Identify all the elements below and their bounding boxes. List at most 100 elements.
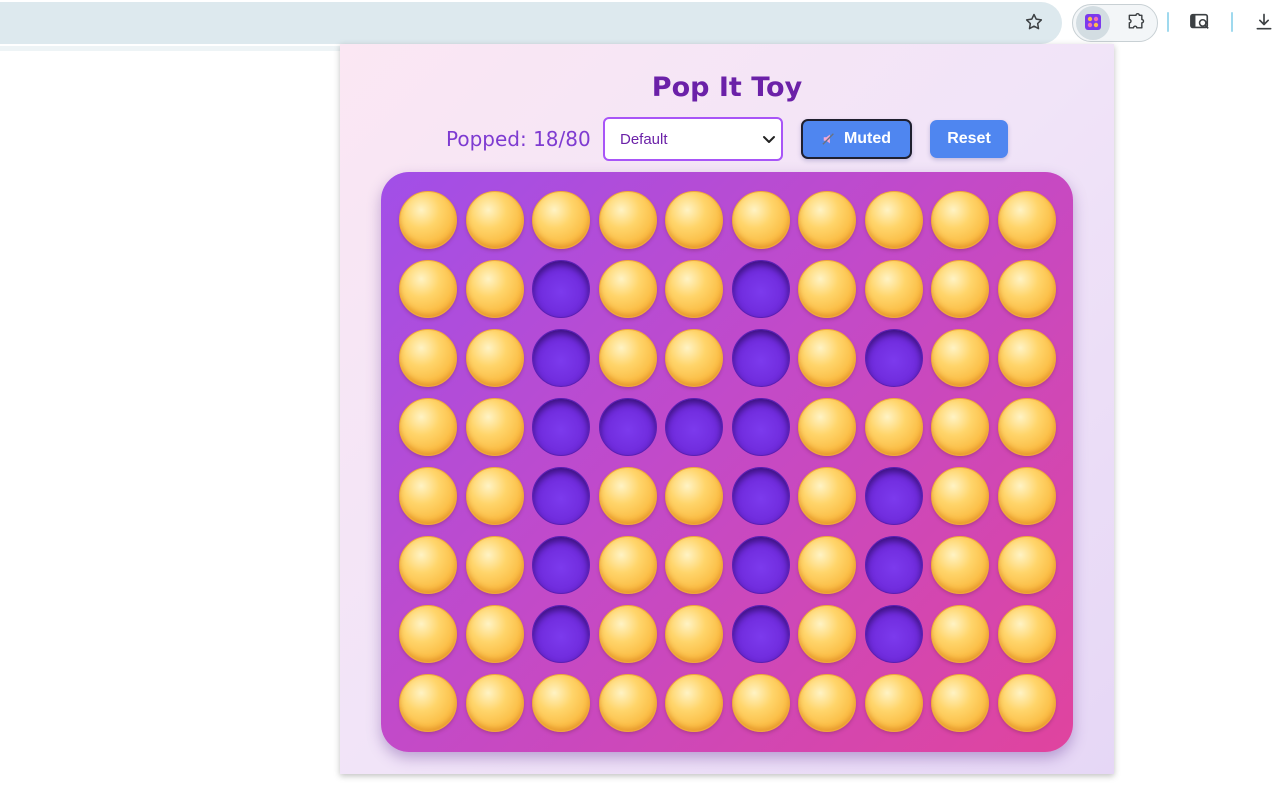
toolbar-separator [1167,12,1169,32]
controls-bar: Popped: 18/80 Default Muted Reset [340,117,1114,161]
bubble-popped[interactable] [731,329,790,387]
toolbar-divider [0,46,340,51]
bubble[interactable] [665,329,723,387]
bubble-popped[interactable] [665,398,723,456]
bubble[interactable] [997,674,1056,732]
bubble[interactable] [465,605,524,663]
bubble[interactable] [997,398,1056,456]
bubble[interactable] [798,260,856,318]
bubble[interactable] [598,674,657,732]
theme-select-value: Default [620,131,668,148]
bubble[interactable] [665,605,723,663]
bubble[interactable] [798,536,856,594]
theme-select[interactable]: Default [603,117,783,161]
bubble[interactable] [665,191,723,249]
extension-popup: Pop It Toy Popped: 18/80 Default Muted R… [340,44,1114,774]
bubble[interactable] [931,674,989,732]
bubble[interactable] [931,260,989,318]
bubble[interactable] [598,329,657,387]
bubble[interactable] [864,398,923,456]
reset-button[interactable]: Reset [930,120,1008,158]
bubble-popped[interactable] [532,329,590,387]
bubble[interactable] [931,536,989,594]
toolbar-separator [1231,12,1233,32]
bubble[interactable] [798,398,856,456]
bubble-popped[interactable] [532,467,590,525]
bubble-popped[interactable] [532,398,590,456]
bubble[interactable] [399,674,457,732]
bubble[interactable] [864,674,923,732]
bubble[interactable] [798,674,856,732]
bubble[interactable] [997,260,1056,318]
bubble-popped[interactable] [731,260,790,318]
bubble[interactable] [532,191,590,249]
bubble[interactable] [399,467,457,525]
bubble[interactable] [598,191,657,249]
bubble[interactable] [598,536,657,594]
bubble[interactable] [399,536,457,594]
star-icon[interactable] [1020,8,1048,36]
bubble[interactable] [931,398,989,456]
bubble-popped[interactable] [864,329,923,387]
puzzle-icon[interactable] [1122,8,1150,36]
bubble[interactable] [665,674,723,732]
bubble-popped[interactable] [731,398,790,456]
bubble[interactable] [399,260,457,318]
bubble[interactable] [798,605,856,663]
bubble[interactable] [864,260,923,318]
bubble[interactable] [465,674,524,732]
bubble-popped[interactable] [532,260,590,318]
bubble[interactable] [532,674,590,732]
bubble[interactable] [997,191,1056,249]
bubble-popped[interactable] [532,605,590,663]
page-title: Pop It Toy [651,72,803,103]
bubble[interactable] [931,191,989,249]
bubble[interactable] [798,329,856,387]
bubble-popped[interactable] [864,536,923,594]
bubble[interactable] [931,329,989,387]
bubble-popped[interactable] [731,605,790,663]
bubble[interactable] [399,329,457,387]
tab-search-icon[interactable] [1186,8,1214,36]
bubble[interactable] [465,536,524,594]
bubble[interactable] [665,260,723,318]
bubble-popped[interactable] [598,398,657,456]
bubble[interactable] [598,260,657,318]
pop-it-board [381,172,1073,752]
bubble[interactable] [399,605,457,663]
bubble[interactable] [399,191,457,249]
download-icon[interactable] [1250,8,1278,36]
bubble[interactable] [997,536,1056,594]
bubble[interactable] [465,260,524,318]
chevron-down-icon [761,131,777,147]
popped-counter: Popped: 18/80 [446,127,591,151]
bubble[interactable] [665,467,723,525]
bubble-popped[interactable] [731,467,790,525]
bubble[interactable] [931,605,989,663]
bubble[interactable] [465,467,524,525]
bubble[interactable] [598,605,657,663]
bubble[interactable] [798,467,856,525]
bubble-popped[interactable] [864,467,923,525]
bubble[interactable] [399,398,457,456]
bubble[interactable] [798,191,856,249]
bubble-popped[interactable] [864,605,923,663]
bubble[interactable] [931,467,989,525]
bubble[interactable] [465,191,524,249]
mute-button[interactable]: Muted [801,119,912,159]
bubble[interactable] [598,467,657,525]
bubble[interactable] [864,191,923,249]
bubble[interactable] [465,329,524,387]
bubble-popped[interactable] [532,536,590,594]
bubble[interactable] [997,605,1056,663]
bubble[interactable] [665,536,723,594]
mute-button-label: Muted [843,130,892,147]
bubble[interactable] [997,467,1056,525]
bubble[interactable] [997,329,1056,387]
bubble-popped[interactable] [731,536,790,594]
extension-app-icon[interactable] [1079,8,1107,36]
bubble[interactable] [731,674,790,732]
bubble[interactable] [731,191,790,249]
bubble[interactable] [465,398,524,456]
address-bar[interactable] [0,2,1062,44]
